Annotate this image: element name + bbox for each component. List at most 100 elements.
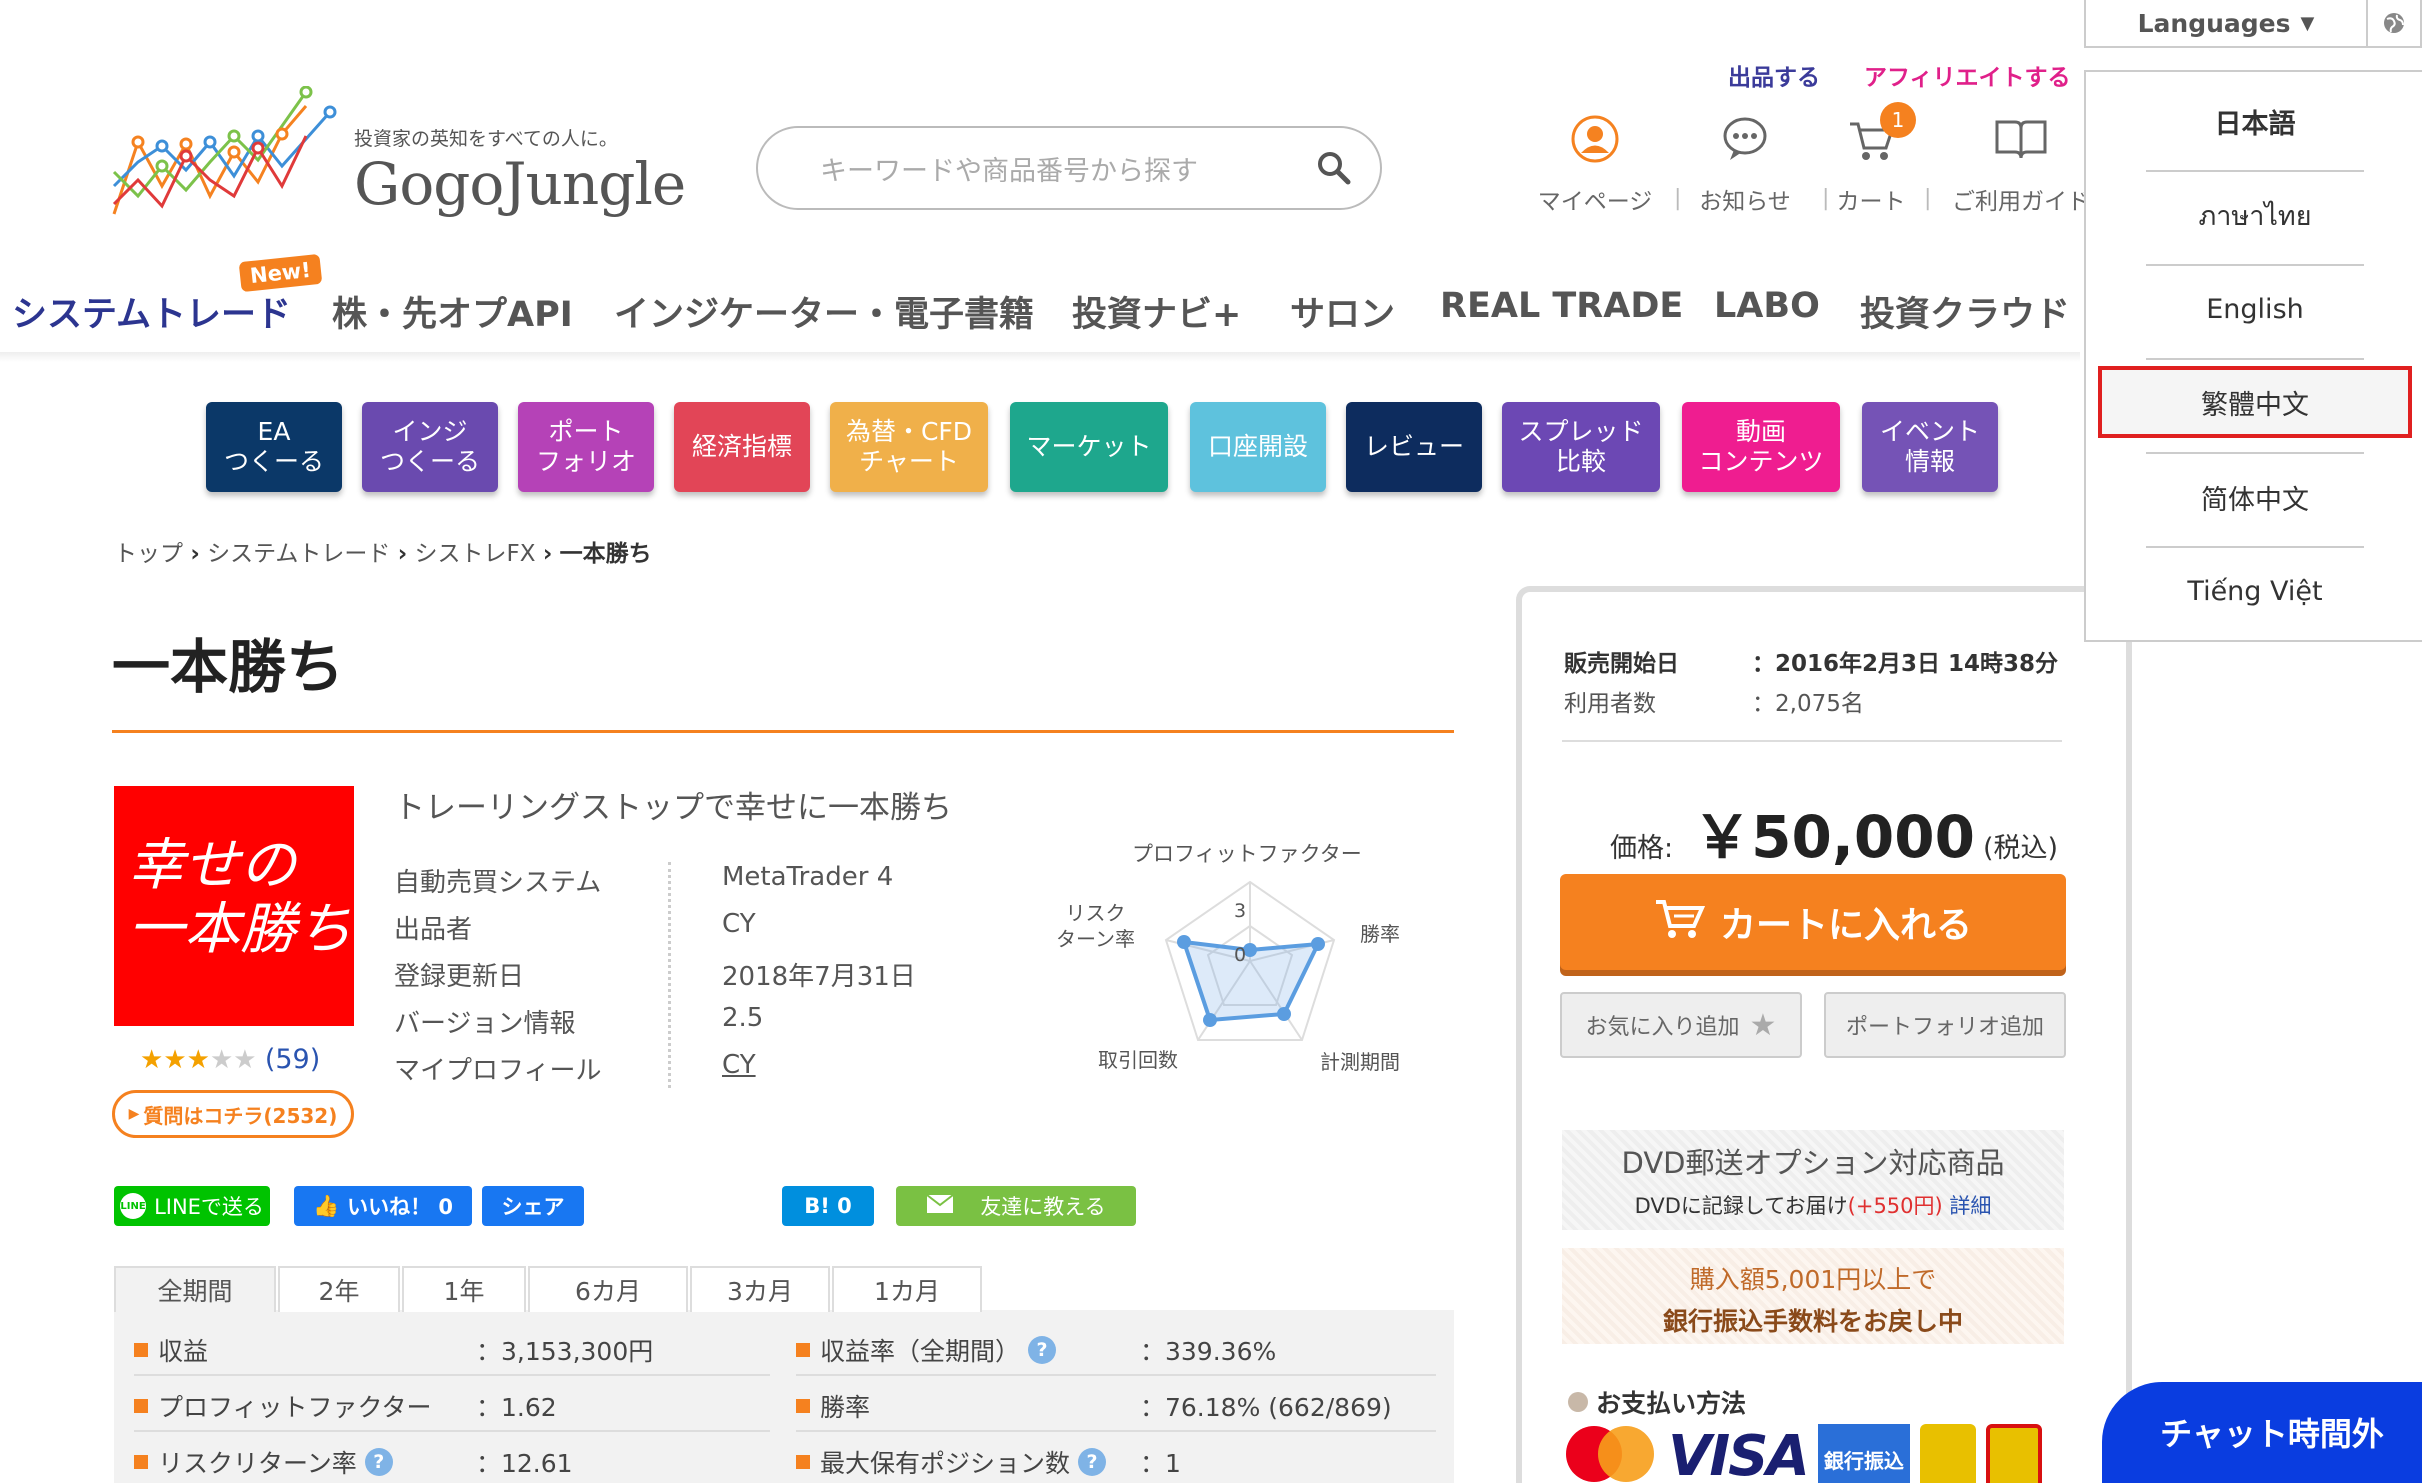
spec-value: CY xyxy=(722,909,756,939)
dvd-price: (+550円) xyxy=(1847,1194,1943,1218)
price-tax: (税込) xyxy=(1982,833,2059,864)
product-image-line2: 一本勝ち xyxy=(128,897,352,962)
facebook-like-button[interactable]: 👍 いいね！ 0 xyxy=(294,1186,472,1226)
guide-label: ご利用ガイド xyxy=(1952,189,2090,215)
nav-investment-navi[interactable]: 投資ナビ+ xyxy=(1072,286,1241,337)
language-option[interactable]: Tiếng Việt xyxy=(2086,546,2422,636)
star-icon: ★ xyxy=(1749,1007,1777,1043)
stat-label-text: 最大保有ポジション数 xyxy=(820,1449,1071,1478)
tab-period[interactable]: 6カ月 xyxy=(528,1266,688,1312)
mail-share-button[interactable]: 友達に教える xyxy=(896,1186,1136,1226)
category-tile[interactable]: レビュー xyxy=(1346,402,1482,492)
user-icon xyxy=(1570,114,1620,168)
stat-label: 収益 xyxy=(134,1332,208,1368)
cart-count-badge: 1 xyxy=(1880,102,1916,138)
tab-period[interactable]: 3カ月 xyxy=(690,1266,830,1312)
language-option[interactable]: 繁體中文 xyxy=(2098,366,2412,438)
sell-link[interactable]: 出品する xyxy=(1728,58,1820,92)
sale-start-value: ：2016年2月3日 14時38分 xyxy=(1752,651,2059,677)
category-tile[interactable]: スプレッド 比較 xyxy=(1502,402,1660,492)
affiliate-link[interactable]: アフィリエイトする xyxy=(1864,58,2071,92)
stat-value: ：12.61 xyxy=(476,1449,573,1478)
category-tile[interactable]: 経済指標 xyxy=(674,402,810,492)
add-to-cart-button[interactable]: カートに入れる xyxy=(1560,874,2066,970)
globe-icon[interactable] xyxy=(2368,0,2422,48)
nav-salon[interactable]: サロン xyxy=(1290,286,1395,337)
panel-divider xyxy=(1562,740,2062,742)
logo-name[interactable]: GogoJungle xyxy=(354,150,686,218)
hatena-bookmark-button[interactable]: B! 0 xyxy=(782,1186,874,1226)
nav-indicator[interactable]: インジケーター・電子書籍 xyxy=(614,286,1034,337)
category-tile[interactable]: 動画 コンテンツ xyxy=(1682,402,1840,492)
help-icon[interactable]: ? xyxy=(364,1448,393,1476)
breadcrumb-system-trade[interactable]: システムトレード xyxy=(207,541,390,567)
tab-period[interactable]: 1年 xyxy=(402,1266,526,1312)
logo-mark[interactable] xyxy=(110,85,350,226)
breadcrumb-fx[interactable]: シストレFX xyxy=(415,541,536,567)
languages-button[interactable]: Languages ▼ xyxy=(2084,0,2368,48)
facebook-share-button[interactable]: シェア xyxy=(482,1186,584,1226)
guide-button[interactable]: ご利用ガイド xyxy=(1946,114,2096,216)
add-favorite-button[interactable]: お気に入り追加 ★ xyxy=(1560,992,1802,1058)
category-tile[interactable]: EA つくーる xyxy=(206,402,342,492)
tile-line1: レビュー xyxy=(1363,432,1464,461)
facebook-like-label: いいね！ 0 xyxy=(347,1195,454,1219)
chat-button[interactable]: チャット時間外 xyxy=(2102,1382,2422,1483)
nav-stock-api[interactable]: 株・先オプAPI xyxy=(332,286,573,337)
line-share-button[interactable]: LINE LINEで送る xyxy=(114,1186,270,1226)
category-tile-label: ポート フォリオ xyxy=(536,417,636,477)
radar-label-period: 計測期間 xyxy=(1320,1050,1400,1074)
dvd-option-box: DVD郵送オプション対応商品 DVDに記録してお届け(+550円) 詳細 xyxy=(1562,1130,2064,1230)
category-tile[interactable]: 口座開設 xyxy=(1190,402,1326,492)
category-tile[interactable]: インジ つくーる xyxy=(362,402,498,492)
help-icon[interactable]: ? xyxy=(1078,1448,1107,1476)
dvd-detail-link[interactable]: 詳細 xyxy=(1949,1194,1991,1218)
language-option[interactable]: 简体中文 xyxy=(2086,452,2422,542)
visa-logo: VISA xyxy=(1668,1424,1810,1483)
nav-real-trade[interactable]: REAL TRADE xyxy=(1440,286,1683,326)
book-icon xyxy=(1993,114,2049,168)
search-input[interactable]: キーワードや商品番号から探す xyxy=(756,126,1382,210)
category-tile[interactable]: マーケット xyxy=(1010,402,1168,492)
nav-investment-cloud[interactable]: 投資クラウド xyxy=(1860,286,2070,337)
tab-period[interactable]: 1カ月 xyxy=(832,1266,982,1312)
tab-period[interactable]: 2年 xyxy=(278,1266,400,1312)
category-tile-label: インジ つくーる xyxy=(380,417,480,477)
language-option[interactable]: ภาษาไทย xyxy=(2086,170,2422,260)
question-button[interactable]: ▶ 質問はコチラ(2532) xyxy=(112,1090,354,1138)
spec-label: 登録更新日 xyxy=(394,962,525,992)
price: 価格: ￥50,000 (税込) xyxy=(1610,790,2058,874)
stat-label-text: 勝率 xyxy=(820,1393,871,1422)
category-tile[interactable]: 為替・CFD チャート xyxy=(830,402,988,492)
square-bullet-icon xyxy=(796,1455,810,1469)
square-bullet-icon xyxy=(796,1343,810,1357)
profile-link[interactable]: CY xyxy=(722,1050,756,1080)
breadcrumb-sep: › xyxy=(542,541,553,567)
rating-count[interactable]: (59) xyxy=(265,1044,320,1075)
breadcrumb-top[interactable]: トップ xyxy=(114,541,183,567)
price-value: ￥50,000 xyxy=(1693,803,1975,871)
add-portfolio-label: ポートフォリオ追加 xyxy=(1845,1015,2044,1040)
language-option[interactable]: 日本語 xyxy=(2086,76,2422,166)
category-tile[interactable]: ポート フォリオ xyxy=(518,402,654,492)
language-option[interactable]: English xyxy=(2086,264,2422,354)
stat-value: ：76.18% (662/869) xyxy=(1140,1393,1392,1422)
tab-period[interactable]: 全期間 xyxy=(114,1266,276,1312)
nav-labo[interactable]: LABO xyxy=(1714,286,1820,326)
page-title: 一本勝ち xyxy=(112,633,345,701)
rating[interactable]: ★★★★★ (59) xyxy=(140,1044,320,1075)
mypage-button[interactable]: マイページ xyxy=(1520,114,1670,216)
product-image[interactable]: 幸せの 一本勝ち xyxy=(114,786,354,1026)
tile-line1: 経済指標 xyxy=(691,432,792,461)
question-button-label: 質問はコチラ(2532) xyxy=(143,1103,338,1128)
add-portfolio-button[interactable]: ポートフォリオ追加 xyxy=(1824,992,2066,1058)
radar-scale-zero: 0 xyxy=(1234,944,1247,966)
cart-icon xyxy=(1654,896,1706,949)
nav-system-trade[interactable]: システムトレード xyxy=(12,286,291,337)
category-tile[interactable]: イベント 情報 xyxy=(1862,402,1998,492)
category-tile-label: スプレッド 比較 xyxy=(1518,417,1643,477)
search-icon[interactable] xyxy=(1314,148,1354,195)
tile-line2: つくーる xyxy=(223,447,324,476)
help-icon[interactable]: ? xyxy=(1028,1336,1057,1364)
tile-line2: 情報 xyxy=(1904,447,1955,476)
